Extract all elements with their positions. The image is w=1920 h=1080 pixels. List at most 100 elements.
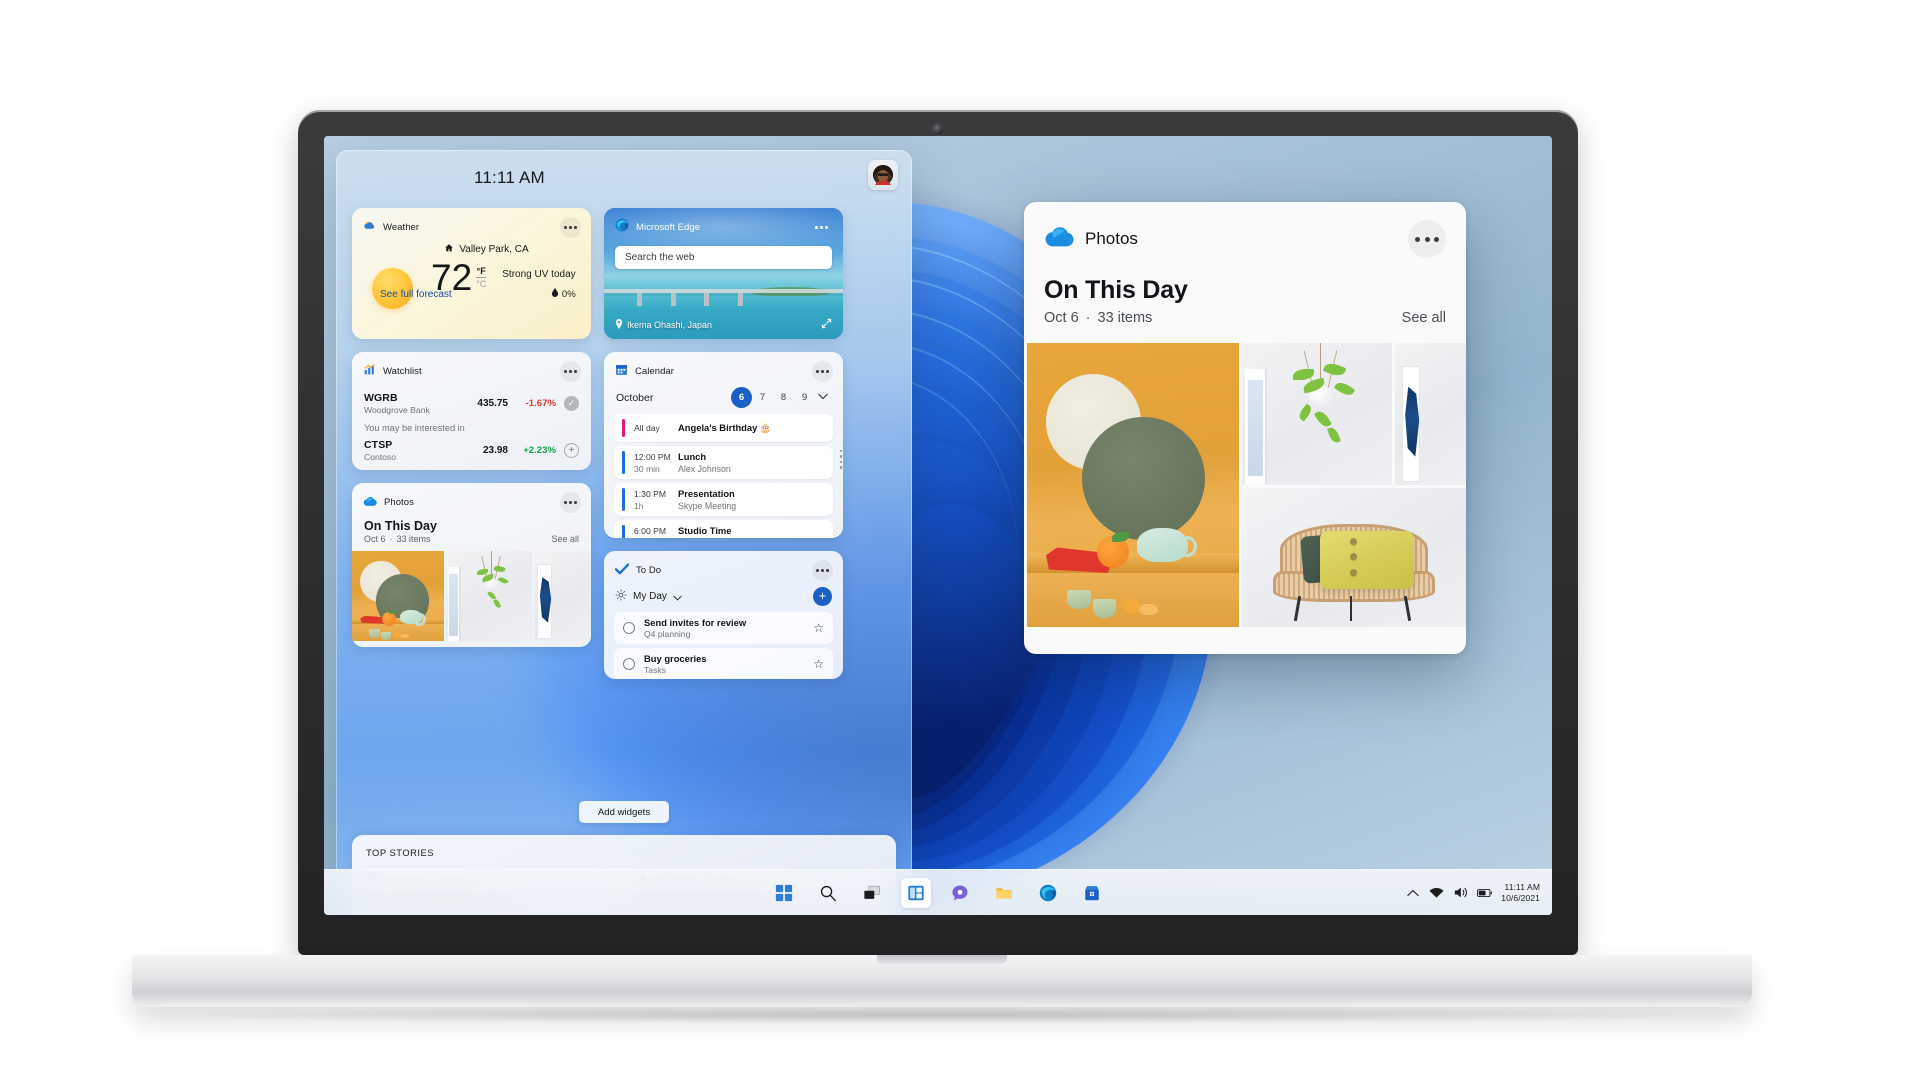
calendar-more-options-icon[interactable] (812, 361, 833, 382)
calendar-event-text: Studio Time Conf Rm 32/35 (678, 525, 737, 538)
edge-more-options-icon[interactable] (811, 217, 832, 238)
edge-caption-row: Ikema Ohashi, Japan (615, 318, 832, 331)
photo-tile[interactable] (1027, 343, 1239, 627)
photos-popup-header: Photos (1024, 202, 1466, 258)
photos-popup-more-options-icon[interactable] (1408, 220, 1446, 258)
photos-popup-separator: · (1085, 310, 1091, 326)
photos-popup-grid (1024, 343, 1466, 627)
photo-tile[interactable] (1394, 343, 1466, 485)
watchlist-widget[interactable]: Watchlist WGRB Woodgrove Bank 435.75 -1.… (352, 352, 591, 470)
add-widgets-button[interactable]: Add widgets (579, 801, 669, 823)
todo-checkbox[interactable] (623, 622, 635, 634)
weather-precipitation-row: 0% (502, 288, 576, 301)
photo-tile[interactable] (1242, 343, 1392, 485)
watchlist-change: -1.67% (525, 398, 556, 409)
screenshot-root: 11:11 AM Weather Valley Park, CA 72 °F °… (0, 0, 1920, 1080)
avatar[interactable] (868, 160, 898, 190)
chevron-up-icon[interactable] (1405, 885, 1420, 900)
todo-task-subtitle: Q4 planning (644, 629, 691, 639)
calendar-event-title: Angela's Birthday 🎂 (678, 422, 772, 433)
photos-widget-header: Photos (352, 483, 591, 517)
star-icon[interactable]: ☆ (813, 621, 824, 635)
taskbar-clock[interactable]: 11:11 AM 10/6/2021 (1501, 882, 1540, 903)
photos-popup-title: Photos (1085, 229, 1138, 248)
file-explorer-button[interactable] (989, 878, 1019, 908)
calendar-event[interactable]: 1:30 PM 1h Presentation Skype Meeting (614, 483, 833, 516)
wifi-icon[interactable] (1429, 885, 1444, 900)
calendar-day-6[interactable]: 6 (731, 387, 752, 408)
watchlist-added-icon[interactable]: ✓ (564, 396, 579, 411)
calendar-day-7[interactable]: 7 (752, 387, 773, 408)
photos-popup-right-column (1242, 343, 1466, 627)
edge-button[interactable] (1033, 878, 1063, 908)
weather-widget[interactable]: Weather Valley Park, CA 72 °F °C Strong … (352, 208, 591, 339)
raindrop-icon (551, 288, 559, 301)
weather-full-forecast-link[interactable]: See full forecast (380, 289, 452, 300)
watchlist-row[interactable]: WGRB Woodgrove Bank 435.75 -1.67% ✓ (352, 392, 591, 415)
edge-widget[interactable]: Microsoft Edge Search the web Ikema Ohas… (604, 208, 843, 339)
weather-icon (363, 219, 376, 237)
todo-checkbox[interactable] (623, 658, 635, 670)
todo-task-item[interactable]: Send invites for review Q4 planning ☆ (614, 612, 833, 644)
edge-search-input[interactable]: Search the web (615, 246, 832, 269)
weather-precipitation: 0% (561, 289, 576, 300)
task-view-button[interactable] (857, 878, 887, 908)
photos-widget[interactable]: Photos On This Day Oct 6 · 33 items See … (352, 483, 591, 647)
photo-thumbnail[interactable] (352, 551, 444, 641)
widgets-button[interactable] (901, 877, 931, 908)
calendar-event[interactable]: All day Angela's Birthday 🎂 (614, 414, 833, 442)
todo-task-item[interactable]: Buy groceries Tasks ☆ (614, 648, 833, 679)
weather-widget-header: Weather (352, 208, 591, 242)
checkmark-icon (614, 562, 630, 580)
todo-add-task-button[interactable]: + (813, 587, 832, 606)
chevron-down-icon[interactable] (673, 588, 682, 606)
photos-widget-meta-row: Oct 6 · 33 items See all (352, 534, 591, 544)
laptop-base (132, 955, 1752, 1007)
chart-icon (363, 363, 376, 381)
weather-units: °F °C (476, 266, 487, 289)
todo-more-options-icon[interactable] (812, 560, 833, 581)
todo-list-selector[interactable]: My Day + (604, 585, 843, 606)
battery-icon[interactable] (1477, 885, 1493, 900)
calendar-event[interactable]: 12:00 PM 30 min Lunch Alex Johnson (614, 446, 833, 479)
search-button[interactable] (813, 878, 843, 908)
watchlist-change: +2.23% (523, 445, 556, 456)
calendar-widget[interactable]: Calendar October 6 7 8 9 All day Angela'… (604, 352, 843, 538)
watchlist-company: Woodgrove Bank (364, 405, 430, 415)
photos-more-options-icon[interactable] (560, 492, 581, 513)
todo-widget[interactable]: To Do My Day + Send invites for review Q… (604, 551, 843, 679)
weather-unit-celsius: °C (476, 279, 487, 289)
calendar-day-strip: October 6 7 8 9 (604, 386, 843, 408)
widgets-clock: 11:11 AM (474, 168, 545, 187)
taskbar-time: 11:11 AM (1504, 882, 1540, 892)
watchlist-add-icon[interactable]: + (564, 443, 579, 458)
calendar-event-duration: 1h (634, 500, 644, 511)
todo-task-list: Send invites for review Q4 planning ☆ Bu… (604, 606, 843, 679)
photos-popup-meta-row: Oct 6 · 33 items See all (1044, 310, 1446, 326)
watchlist-more-options-icon[interactable] (560, 361, 581, 382)
watchlist-row[interactable]: CTSP Contoso 23.98 +2.23% + (352, 439, 591, 462)
calendar-event-title: Studio Time (678, 525, 732, 536)
calendar-widget-title: Calendar (635, 366, 674, 377)
widgets-header: 11:11 AM (336, 150, 912, 208)
chevron-down-icon[interactable] (815, 393, 831, 402)
store-button[interactable] (1077, 878, 1107, 908)
photos-widget-see-all-link[interactable]: See all (551, 534, 579, 544)
calendar-scroll-indicator[interactable] (839, 450, 842, 469)
calendar-day-8[interactable]: 8 (773, 387, 794, 408)
calendar-event[interactable]: 6:00 PM 3h Studio Time Conf Rm 32/35 (614, 520, 833, 538)
calendar-day-9[interactable]: 9 (794, 387, 815, 408)
photos-widget-thumbnail-grid (352, 551, 591, 641)
chat-button[interactable] (945, 878, 975, 908)
calendar-event-subtitle: Alex Johnson (678, 464, 731, 474)
photo-thumbnail[interactable] (533, 551, 591, 641)
volume-icon[interactable] (1453, 885, 1468, 900)
star-icon[interactable]: ☆ (813, 657, 824, 671)
photos-popup-see-all-link[interactable]: See all (1402, 310, 1446, 326)
weather-more-options-icon[interactable] (560, 217, 581, 238)
photos-popup-card: Photos On This Day Oct 6 · 33 items See … (1024, 202, 1466, 654)
photo-thumbnail[interactable] (446, 551, 532, 641)
start-button[interactable] (769, 878, 799, 908)
photo-tile[interactable] (1242, 488, 1466, 627)
expand-icon[interactable] (821, 318, 832, 331)
